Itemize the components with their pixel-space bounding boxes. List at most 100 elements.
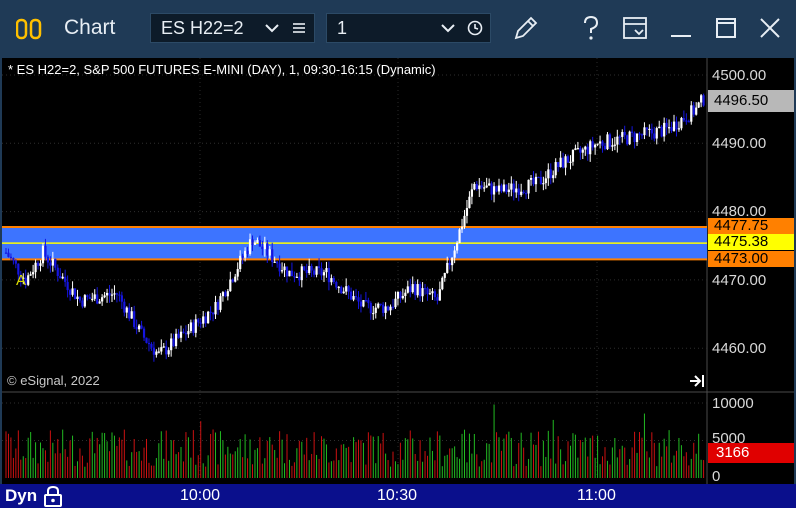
- symbol-combo[interactable]: ES H22=2: [150, 13, 315, 43]
- candle-body: [576, 148, 579, 150]
- candle-body: [340, 286, 343, 294]
- candle-body: [700, 95, 703, 103]
- candle-body: [83, 295, 86, 307]
- time-label-1: 10:30: [377, 487, 418, 504]
- candle-body: [692, 105, 695, 115]
- candle-body: [263, 243, 266, 250]
- candle-body: [288, 270, 291, 277]
- candle-body: [485, 185, 488, 188]
- candle-body: [317, 266, 321, 269]
- symbol-value[interactable]: ES H22=2: [161, 18, 244, 39]
- candle-body: [685, 120, 688, 122]
- candle-body: [512, 183, 515, 193]
- candle-body: [596, 143, 599, 145]
- candle-body: [480, 185, 483, 188]
- candle-body: [303, 266, 306, 270]
- candle-body: [362, 300, 365, 307]
- candle-body: [253, 242, 257, 245]
- candle-body: [93, 294, 96, 299]
- candle-body: [138, 325, 141, 330]
- candle-body: [650, 128, 653, 134]
- candle-body: [150, 343, 153, 348]
- candle-body: [29, 274, 32, 276]
- candle-body: [497, 185, 501, 192]
- candle-body: [569, 161, 572, 163]
- candle-body: [322, 272, 326, 276]
- candle-body: [488, 183, 491, 186]
- app-logo-icon: [16, 18, 42, 40]
- chevron-down-icon[interactable]: [265, 23, 279, 33]
- candle-body: [4, 252, 8, 254]
- candle-body: [663, 122, 666, 137]
- candle-body: [202, 316, 205, 324]
- candle-body: [167, 350, 170, 355]
- close-icon[interactable]: [754, 12, 786, 44]
- candle-body: [451, 257, 454, 266]
- chevron-down-icon[interactable]: [441, 23, 455, 33]
- candle-body: [142, 328, 146, 338]
- candle-body: [268, 249, 271, 256]
- candle-body: [258, 240, 261, 247]
- candle-body: [64, 276, 67, 282]
- candle-body: [14, 260, 17, 264]
- candle-body: [330, 278, 333, 283]
- candle-body: [702, 95, 705, 106]
- candle-body: [293, 276, 296, 278]
- candle-body: [34, 262, 37, 273]
- candle-body: [241, 255, 244, 258]
- chart-legend: * ES H22=2, S&P 500 FUTURES E-MINI (DAY)…: [8, 62, 436, 77]
- candle-body: [616, 136, 619, 145]
- candle-body: [315, 266, 318, 275]
- candle-body: [96, 294, 99, 304]
- candle-body: [680, 117, 683, 129]
- candle-body: [81, 300, 84, 307]
- maximize-icon[interactable]: [710, 12, 742, 44]
- candle-body: [310, 266, 313, 271]
- interval-combo[interactable]: 1: [326, 13, 491, 43]
- candle-body: [140, 325, 143, 329]
- candle-body: [589, 141, 592, 155]
- candle-body: [12, 258, 15, 261]
- candle-body: [448, 262, 451, 266]
- candle-body: [244, 250, 247, 258]
- candle-body: [300, 266, 303, 281]
- candle-body: [500, 185, 503, 192]
- help-icon[interactable]: [575, 12, 607, 44]
- candle-body: [179, 331, 183, 338]
- candle-body: [638, 133, 641, 135]
- minimize-icon[interactable]: [665, 12, 697, 44]
- list-icon[interactable]: [292, 21, 306, 35]
- layout-menu-icon[interactable]: [619, 12, 651, 44]
- mode-label[interactable]: Dyn: [5, 486, 37, 506]
- volume-label-0: 10000: [712, 395, 754, 412]
- clock-icon[interactable]: [467, 20, 483, 36]
- candle-body: [147, 342, 151, 345]
- candle-body: [468, 196, 471, 209]
- candle-body: [571, 150, 575, 162]
- pencil-icon[interactable]: [510, 12, 542, 44]
- candle-body: [7, 252, 10, 257]
- price-label-3: 4470.00: [712, 272, 767, 289]
- candle-body: [128, 307, 131, 319]
- interval-value[interactable]: 1: [337, 18, 347, 39]
- candle-body: [61, 276, 64, 279]
- candle-body: [357, 297, 360, 302]
- candle-body: [431, 291, 434, 294]
- price-label-4: 4460.00: [712, 340, 767, 357]
- lock-icon[interactable]: [43, 485, 63, 507]
- time-axis[interactable]: Dyn 10:00 10:30 11:00: [0, 484, 796, 508]
- candle-body: [458, 229, 461, 243]
- price-label-1: 4490.00: [712, 135, 767, 152]
- candle-body: [382, 304, 385, 313]
- candle-body: [559, 157, 562, 168]
- candle-body: [537, 176, 540, 179]
- chart-area[interactable]: [0, 58, 796, 484]
- candle-body: [386, 306, 390, 311]
- candle-body: [411, 284, 414, 293]
- candle-body: [557, 162, 560, 168]
- candle-body: [157, 351, 160, 353]
- candle-body: [623, 132, 626, 136]
- price-band[interactable]: [2, 225, 707, 261]
- candle-body: [495, 186, 498, 192]
- candle-body: [105, 292, 109, 296]
